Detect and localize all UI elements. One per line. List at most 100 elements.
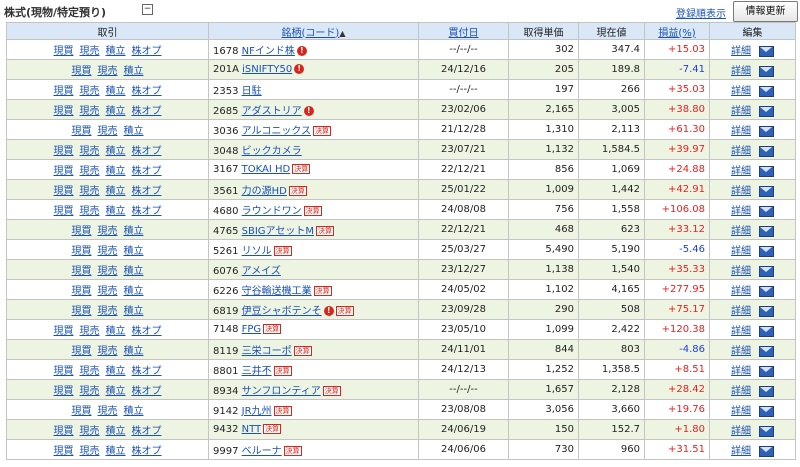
mail-icon[interactable] [759, 205, 774, 217]
detail-link[interactable]: 詳細 [731, 206, 751, 217]
accumulate-link[interactable]: 積立 [124, 406, 144, 417]
stock-name-link[interactable]: 守谷輸送機工業 [242, 286, 312, 297]
mail-icon[interactable] [759, 285, 774, 297]
mail-icon[interactable] [759, 245, 774, 257]
mail-icon[interactable] [759, 445, 774, 457]
mail-icon[interactable] [759, 365, 774, 377]
stock-name-link[interactable]: リソル [242, 246, 272, 257]
stock-name-link[interactable]: SBIGアセットM [242, 226, 314, 237]
stock-option-link[interactable]: 株オプ [132, 46, 162, 57]
sort-buy-date-link[interactable]: 買付日 [449, 28, 479, 39]
sell-link[interactable]: 現売 [80, 206, 100, 217]
stock-name-link[interactable]: アルコニックス [242, 126, 311, 137]
accumulate-link[interactable]: 積立 [124, 286, 144, 297]
mail-icon[interactable] [759, 145, 774, 157]
stock-option-link[interactable]: 株オプ [132, 426, 162, 437]
sell-link[interactable]: 現売 [80, 366, 100, 377]
buy-link[interactable]: 現買 [72, 346, 92, 357]
buy-link[interactable]: 現買 [54, 446, 74, 457]
mail-icon[interactable] [759, 265, 774, 277]
sell-link[interactable]: 現売 [98, 406, 118, 417]
mail-icon[interactable] [759, 165, 774, 177]
stock-name-link[interactable]: FPG [242, 324, 262, 335]
buy-link[interactable]: 現買 [72, 246, 92, 257]
stock-option-link[interactable]: 株オプ [132, 366, 162, 377]
buy-link[interactable]: 現買 [72, 266, 92, 277]
stock-name-link[interactable]: 日駐 [242, 86, 262, 97]
mail-icon[interactable] [759, 65, 774, 77]
buy-link[interactable]: 現買 [54, 166, 74, 177]
sell-link[interactable]: 現売 [80, 146, 100, 157]
accumulate-link[interactable]: 積立 [106, 426, 126, 437]
sell-link[interactable]: 現売 [98, 346, 118, 357]
sell-link[interactable]: 現売 [80, 446, 100, 457]
sell-link[interactable]: 現売 [98, 126, 118, 137]
detail-link[interactable]: 詳細 [731, 366, 751, 377]
detail-link[interactable]: 詳細 [731, 386, 751, 397]
stock-name-link[interactable]: 力の源HD [242, 186, 287, 197]
header-pl[interactable]: 損益(%) [644, 22, 710, 40]
stock-name-link[interactable]: 三井不 [242, 366, 272, 377]
accumulate-link[interactable]: 積立 [106, 166, 126, 177]
detail-link[interactable]: 詳細 [731, 406, 751, 417]
header-buy-date[interactable]: 買付日 [418, 22, 509, 40]
buy-link[interactable]: 現買 [54, 206, 74, 217]
stock-option-link[interactable]: 株オプ [132, 166, 162, 177]
detail-link[interactable]: 詳細 [731, 66, 751, 77]
stock-name-link[interactable]: iSNIFTY50 [242, 64, 292, 75]
detail-link[interactable]: 詳細 [731, 186, 751, 197]
stock-name-link[interactable]: NTT [242, 424, 262, 435]
sell-link[interactable]: 現売 [98, 226, 118, 237]
detail-link[interactable]: 詳細 [731, 246, 751, 257]
header-code[interactable]: 銘柄(コード)▲ [208, 22, 419, 40]
sell-link[interactable]: 現売 [98, 306, 118, 317]
sell-link[interactable]: 現売 [98, 266, 118, 277]
collapse-button[interactable]: − [142, 4, 153, 15]
accumulate-link[interactable]: 積立 [106, 386, 126, 397]
buy-link[interactable]: 現買 [54, 386, 74, 397]
mail-icon[interactable] [759, 225, 774, 237]
sell-link[interactable]: 現売 [80, 86, 100, 97]
sell-link[interactable]: 現売 [80, 46, 100, 57]
stock-name-link[interactable]: NFインド株 [242, 46, 295, 57]
buy-link[interactable]: 現買 [54, 46, 74, 57]
stock-name-link[interactable]: 伊豆シャボテンそ [242, 306, 322, 317]
detail-link[interactable]: 詳細 [731, 86, 751, 97]
mail-icon[interactable] [759, 185, 774, 197]
buy-link[interactable]: 現買 [72, 406, 92, 417]
detail-link[interactable]: 詳細 [731, 446, 751, 457]
accumulate-link[interactable]: 積立 [124, 246, 144, 257]
mail-icon[interactable] [759, 305, 774, 317]
detail-link[interactable]: 詳細 [731, 306, 751, 317]
sell-link[interactable]: 現売 [98, 286, 118, 297]
accumulate-link[interactable]: 積立 [124, 66, 144, 77]
buy-link[interactable]: 現買 [72, 66, 92, 77]
stock-name-link[interactable]: アメイズ [242, 266, 281, 277]
detail-link[interactable]: 詳細 [731, 146, 751, 157]
stock-option-link[interactable]: 株オプ [132, 186, 162, 197]
mail-icon[interactable] [759, 425, 774, 437]
accumulate-link[interactable]: 積立 [106, 186, 126, 197]
stock-name-link[interactable]: TOKAI HD [242, 164, 291, 175]
sort-pl-link[interactable]: 損益(%) [658, 28, 695, 39]
mail-icon[interactable] [759, 105, 774, 117]
sell-link[interactable]: 現売 [80, 326, 100, 337]
sell-link[interactable]: 現売 [80, 426, 100, 437]
detail-link[interactable]: 詳細 [731, 426, 751, 437]
accumulate-link[interactable]: 積立 [106, 446, 126, 457]
detail-link[interactable]: 詳細 [731, 106, 751, 117]
detail-link[interactable]: 詳細 [731, 166, 751, 177]
sort-code-link[interactable]: 銘柄(コード) [282, 28, 340, 39]
sell-link[interactable]: 現売 [80, 386, 100, 397]
stock-name-link[interactable]: 三栄コーポ [242, 346, 292, 357]
buy-link[interactable]: 現買 [54, 326, 74, 337]
accumulate-link[interactable]: 積立 [124, 126, 144, 137]
sell-link[interactable]: 現売 [80, 166, 100, 177]
stock-name-link[interactable]: ベルーナ [242, 446, 282, 457]
stock-name-link[interactable]: アダストリア [242, 106, 302, 117]
buy-link[interactable]: 現買 [54, 86, 74, 97]
buy-link[interactable]: 現買 [54, 146, 74, 157]
sell-link[interactable]: 現売 [98, 66, 118, 77]
sell-link[interactable]: 現売 [98, 246, 118, 257]
buy-link[interactable]: 現買 [72, 306, 92, 317]
